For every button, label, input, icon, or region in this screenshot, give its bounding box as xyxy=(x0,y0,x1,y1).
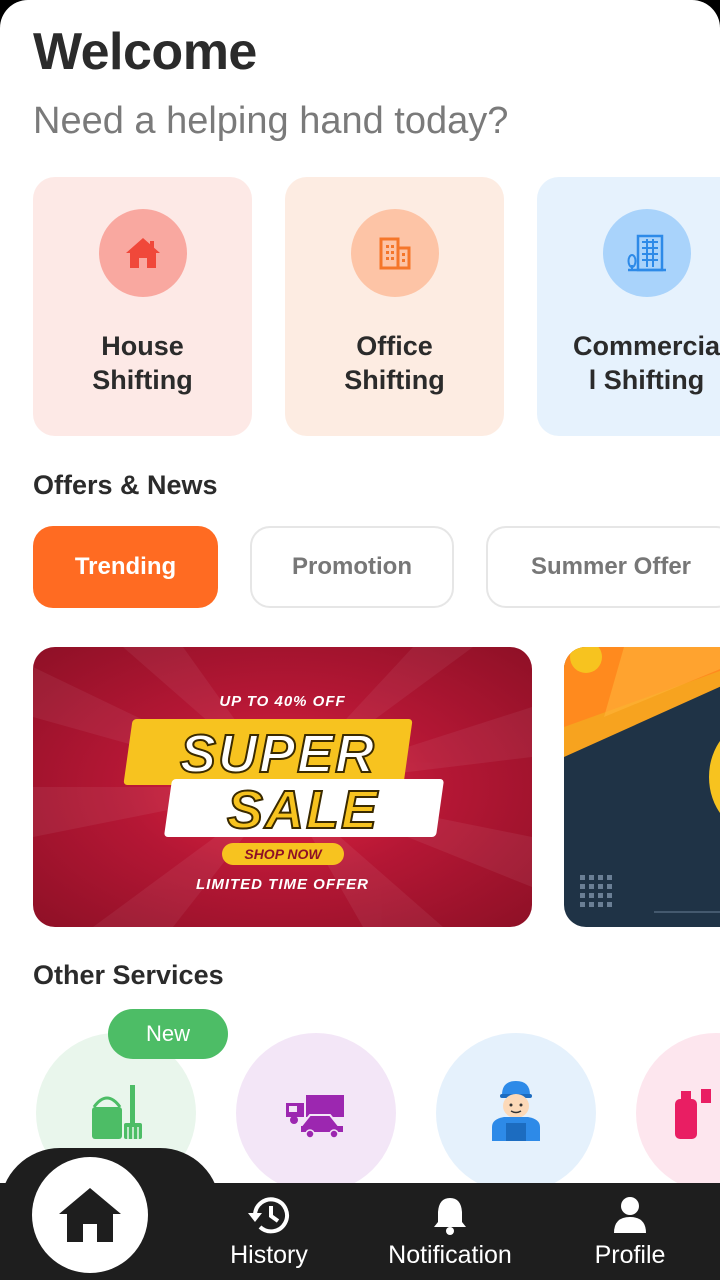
service-transport[interactable] xyxy=(236,1033,396,1193)
nav-history[interactable]: History xyxy=(229,1195,309,1270)
home-icon xyxy=(59,1188,121,1242)
page-subtitle: Need a helping hand today? xyxy=(33,100,509,142)
office-shifting-card[interactable]: Office Shifting xyxy=(285,177,504,436)
commercial-shifting-label: Commercia l Shifting xyxy=(572,331,720,395)
office-shifting-label: Office Shifting xyxy=(344,331,445,395)
banner-headline-super: SUPER xyxy=(179,723,377,785)
chip-trending[interactable]: Trending xyxy=(33,526,218,608)
nav-notification-label: Notification xyxy=(388,1241,512,1269)
page-title: Welcome xyxy=(33,23,257,81)
profile-icon xyxy=(614,1197,646,1233)
nav-profile[interactable]: Profile xyxy=(594,1195,666,1270)
nav-history-label: History xyxy=(230,1241,308,1269)
banner-bottom-text: LIMITED TIME OFFER xyxy=(196,876,369,893)
house-shifting-label: House Shifting xyxy=(92,331,193,395)
banner-shop-now[interactable]: SHOP NOW xyxy=(222,843,344,865)
history-icon xyxy=(248,1197,289,1234)
banner-2-art xyxy=(564,647,720,913)
super-sale-banner[interactable]: UP TO 40% OFF SUPER SALE SHOP NOW LIMITE… xyxy=(33,647,532,927)
banner-headline-sale: SALE xyxy=(226,779,380,841)
second-offer-banner[interactable] xyxy=(564,647,720,927)
offers-section-title: Offers & News xyxy=(33,470,218,500)
chip-promotion[interactable]: Promotion xyxy=(250,526,454,608)
house-shifting-card[interactable]: House Shifting xyxy=(33,177,252,436)
bell-icon xyxy=(434,1198,466,1235)
office-building-icon xyxy=(350,209,439,297)
service-cleaning-supplies[interactable] xyxy=(636,1033,720,1193)
cleaning-bucket-mop-icon xyxy=(92,1085,142,1139)
commercial-building-icon xyxy=(602,209,691,297)
other-services-title: Other Services xyxy=(33,960,224,990)
bottle-icon xyxy=(675,1089,711,1139)
worker-icon xyxy=(492,1081,540,1141)
home-screen: Welcome Need a helping hand today? House… xyxy=(0,0,720,1280)
truck-car-icon xyxy=(286,1095,345,1139)
nav-profile-label: Profile xyxy=(594,1241,666,1269)
nav-home-button[interactable] xyxy=(32,1157,148,1273)
house-icon xyxy=(98,209,187,297)
new-badge: New xyxy=(108,1009,228,1059)
commercial-shifting-card[interactable]: Commercia l Shifting xyxy=(537,177,720,436)
service-worker[interactable] xyxy=(436,1033,596,1193)
banner-top-text: UP TO 40% OFF xyxy=(219,693,346,710)
nav-notification[interactable]: Notification xyxy=(385,1195,515,1270)
chip-summer-offer[interactable]: Summer Offer xyxy=(486,526,720,608)
